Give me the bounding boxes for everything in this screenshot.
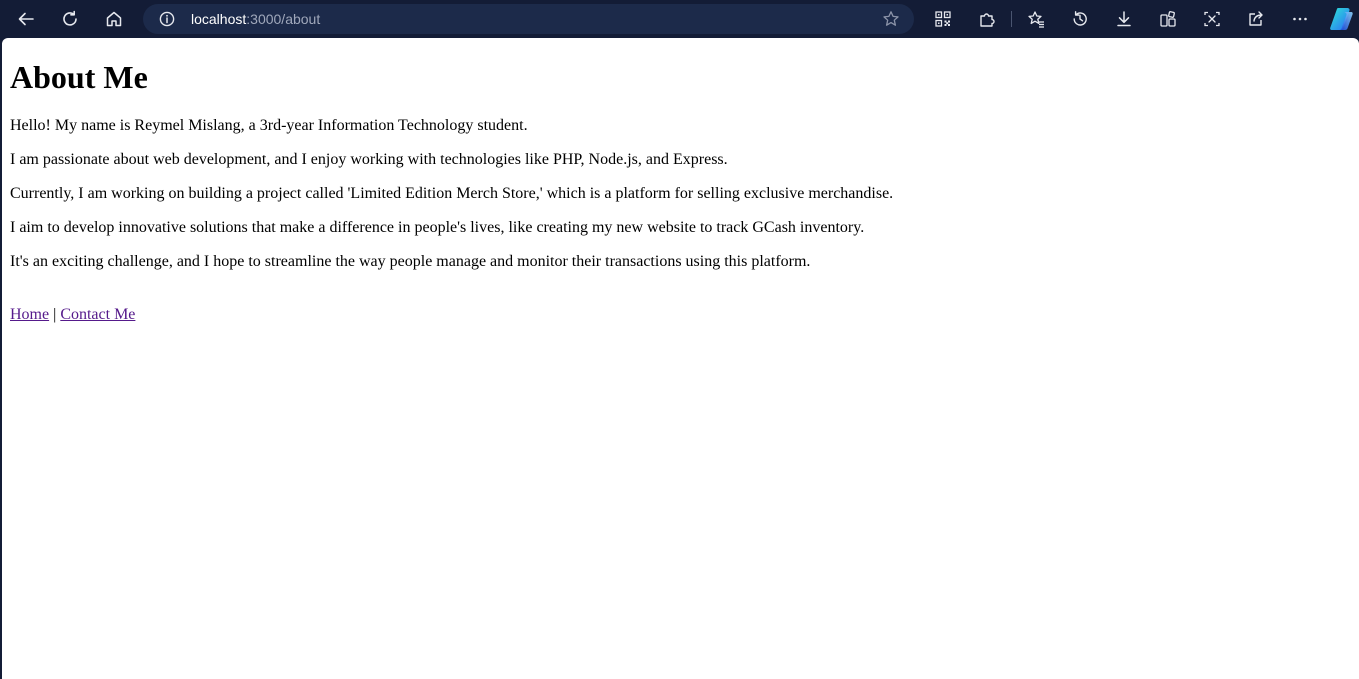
back-icon <box>18 12 34 26</box>
downloads-icon <box>1117 11 1131 27</box>
url-path: :3000/about <box>246 11 321 27</box>
page-viewport: About Me Hello! My name is Reymel Mislan… <box>2 38 1359 679</box>
favorites-icon <box>1028 11 1044 28</box>
page-content: About Me Hello! My name is Reymel Mislan… <box>2 59 1359 324</box>
star-icon[interactable] <box>882 10 900 28</box>
extensions-icon <box>980 13 995 27</box>
page-nav-links: Home | Contact Me <box>10 306 1351 324</box>
more-button[interactable] <box>1285 4 1315 34</box>
back-button[interactable] <box>11 4 41 34</box>
address-bar[interactable]: localhost:3000/about <box>143 4 914 34</box>
url-host: localhost <box>191 11 247 27</box>
copilot-icon[interactable] <box>1327 6 1355 32</box>
screenshot-button[interactable] <box>1197 4 1227 34</box>
info-icon[interactable] <box>159 11 175 27</box>
downloads-button[interactable] <box>1109 4 1139 34</box>
history-icon <box>1073 11 1087 26</box>
home-button[interactable] <box>99 4 129 34</box>
screenshot-icon <box>1204 11 1220 27</box>
toolbar-divider <box>1011 11 1012 27</box>
favorites-button[interactable] <box>1021 4 1051 34</box>
share-button[interactable] <box>1241 4 1271 34</box>
qr-code-icon <box>935 11 951 27</box>
about-paragraph-aim: I aim to develop innovative solutions th… <box>10 219 865 236</box>
nav-separator: | <box>53 306 57 323</box>
refresh-button[interactable] <box>55 4 85 34</box>
about-paragraph-intro: Hello! My name is Reymel Mislang, a 3rd-… <box>10 117 528 134</box>
page-title: About Me <box>10 59 148 95</box>
share-icon <box>1249 11 1263 26</box>
qr-code-button[interactable] <box>928 4 958 34</box>
collections-icon <box>1160 11 1176 27</box>
extensions-button[interactable] <box>972 4 1002 34</box>
url-text[interactable]: localhost:3000/about <box>191 10 320 28</box>
home-link[interactable]: Home <box>10 306 49 323</box>
about-paragraph-project: Currently, I am working on building a pr… <box>10 185 894 202</box>
collections-button[interactable] <box>1153 4 1183 34</box>
about-paragraph-challenge: It's an exciting challenge, and I hope t… <box>10 253 811 270</box>
history-button[interactable] <box>1065 4 1095 34</box>
more-icon <box>1293 17 1307 21</box>
about-paragraph-passion: I am passionate about web development, a… <box>10 151 728 168</box>
browser-toolbar: localhost:3000/about <box>0 0 1359 38</box>
home-icon <box>106 11 122 27</box>
refresh-icon <box>63 10 77 26</box>
contact-me-link[interactable]: Contact Me <box>60 306 135 323</box>
